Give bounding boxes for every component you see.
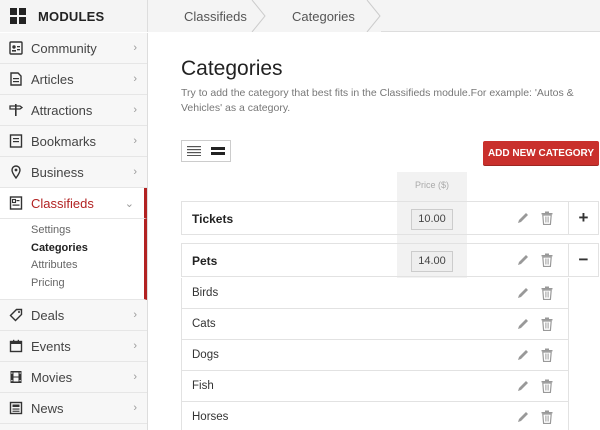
submenu-item-categories[interactable]: Categories (0, 240, 144, 258)
sidebar-item-news[interactable]: News › (0, 393, 147, 424)
trash-icon[interactable] (541, 317, 553, 336)
pencil-icon[interactable] (516, 317, 530, 336)
expand-button[interactable]: + (568, 202, 598, 234)
map-pin-icon (9, 165, 23, 179)
sidebar-item-deals[interactable]: Deals › (0, 300, 147, 331)
page-title: Categories (181, 57, 283, 80)
breadcrumb-label: Categories (292, 8, 355, 24)
trash-icon[interactable] (541, 410, 553, 429)
subcategory-name: Birds (192, 287, 219, 299)
category-name: Tickets (192, 212, 234, 226)
chevron-right-icon: › (133, 42, 137, 54)
pencil-icon[interactable] (516, 410, 530, 429)
newspaper-icon (9, 401, 23, 415)
modules-label: MODULES (38, 8, 105, 24)
list-icon (187, 146, 201, 156)
sidebar-item-label: Events (31, 338, 71, 354)
signpost-icon (9, 103, 23, 117)
submenu-item-settings[interactable]: Settings (0, 222, 144, 240)
document-icon (9, 72, 23, 86)
sidebar-item-community[interactable]: Community › (0, 33, 147, 64)
subcategory-name: Cats (192, 318, 216, 330)
grid-icon (10, 8, 26, 24)
chevron-right-icon: › (133, 309, 137, 321)
subcategory-row: Fish (181, 371, 569, 402)
subcategory-row: Horses (181, 402, 569, 430)
sidebar-item-label: Community (31, 40, 97, 56)
sidebar-item-label: Deals (31, 307, 65, 323)
page-description: Try to add the category that best fits i… (181, 87, 574, 114)
chevron-right-icon: › (133, 104, 137, 116)
chevron-right-icon: › (133, 402, 137, 414)
price-column-header: Price ($) (414, 180, 449, 190)
sidebar-item-events[interactable]: Events › (0, 331, 147, 362)
breadcrumb-categories[interactable]: Categories (266, 0, 381, 32)
breadcrumb-separator-icon (366, 0, 381, 32)
sidebar-item-label: Bookmarks (31, 133, 97, 149)
book-icon (9, 134, 23, 148)
breadcrumb-classifieds[interactable]: Classifieds (148, 0, 266, 32)
main-content: Categories Try to add the category that … (149, 33, 600, 430)
sidebar-item-classifieds[interactable]: Classifieds ⌄ (0, 188, 147, 219)
trash-icon[interactable] (541, 286, 553, 305)
chevron-right-icon: › (133, 135, 137, 147)
pencil-icon[interactable] (516, 286, 530, 305)
trash-icon[interactable] (541, 211, 553, 230)
classifieds-icon (9, 196, 23, 210)
sidebar-item-articles[interactable]: Articles › (0, 64, 147, 95)
pencil-icon[interactable] (516, 379, 530, 398)
compact-list-icon (211, 147, 225, 155)
subcategory-row: Birds (181, 278, 569, 309)
chevron-right-icon: › (133, 166, 137, 178)
calendar-icon (9, 339, 23, 353)
chevron-right-icon: › (133, 73, 137, 85)
classifieds-submenu: Settings Categories Attributes Pricing (0, 219, 147, 300)
subcategory-name: Horses (192, 411, 229, 423)
sidebar-item-label: Movies (31, 369, 73, 385)
subcategory-name: Fish (192, 380, 214, 392)
film-icon (9, 370, 23, 384)
subcategory-row: Cats (181, 309, 569, 340)
price-input[interactable]: 14.00 (411, 251, 453, 272)
trash-icon[interactable] (541, 379, 553, 398)
subcategory-row: Dogs (181, 340, 569, 371)
pencil-icon[interactable] (516, 211, 530, 230)
breadcrumb-label: Classifieds (184, 8, 247, 24)
sidebar-item-movies[interactable]: Movies › (0, 362, 147, 393)
chevron-right-icon: › (133, 340, 137, 352)
subcategory-name: Dogs (192, 349, 219, 361)
list-view-button[interactable] (182, 141, 206, 161)
sidebar-item-label: Articles (31, 71, 74, 87)
breadcrumb-separator-icon (251, 0, 266, 32)
sidebar-item-attractions[interactable]: Attractions › (0, 95, 147, 126)
trash-icon[interactable] (541, 253, 553, 272)
pencil-icon[interactable] (516, 253, 530, 272)
price-input[interactable]: 10.00 (411, 209, 453, 230)
view-toggle (181, 140, 231, 162)
add-new-category-button[interactable]: ADD NEW CATEGORY (483, 141, 599, 165)
collapse-button[interactable]: − (568, 244, 598, 276)
sidebar-item-label: Classifieds (31, 195, 94, 211)
sidebar-item-label: Attractions (31, 102, 93, 118)
chevron-down-icon: ⌄ (124, 197, 134, 210)
compact-view-button[interactable] (206, 141, 230, 161)
breadcrumb: Classifieds Categories (148, 0, 381, 32)
sidebar-item-bookmarks[interactable]: Bookmarks › (0, 126, 147, 157)
category-name: Pets (192, 254, 218, 268)
category-row: Tickets 10.00 + (181, 201, 599, 235)
chevron-right-icon: › (133, 371, 137, 383)
sidebar: Community › Articles › Attractions › Boo… (0, 33, 148, 430)
sidebar-item-label: Business (31, 164, 84, 180)
submenu-item-attributes[interactable]: Attributes (0, 257, 144, 275)
tag-icon (9, 308, 23, 322)
pencil-icon[interactable] (516, 348, 530, 367)
submenu-item-pricing[interactable]: Pricing (0, 275, 144, 293)
sidebar-item-label: News (31, 400, 64, 416)
users-icon (9, 41, 23, 55)
sidebar-item-business[interactable]: Business › (0, 157, 147, 188)
trash-icon[interactable] (541, 348, 553, 367)
category-row: Pets 14.00 − (181, 243, 599, 277)
top-bar: MODULES Classifieds Categories (0, 0, 600, 32)
modules-menu[interactable]: MODULES (0, 0, 148, 32)
